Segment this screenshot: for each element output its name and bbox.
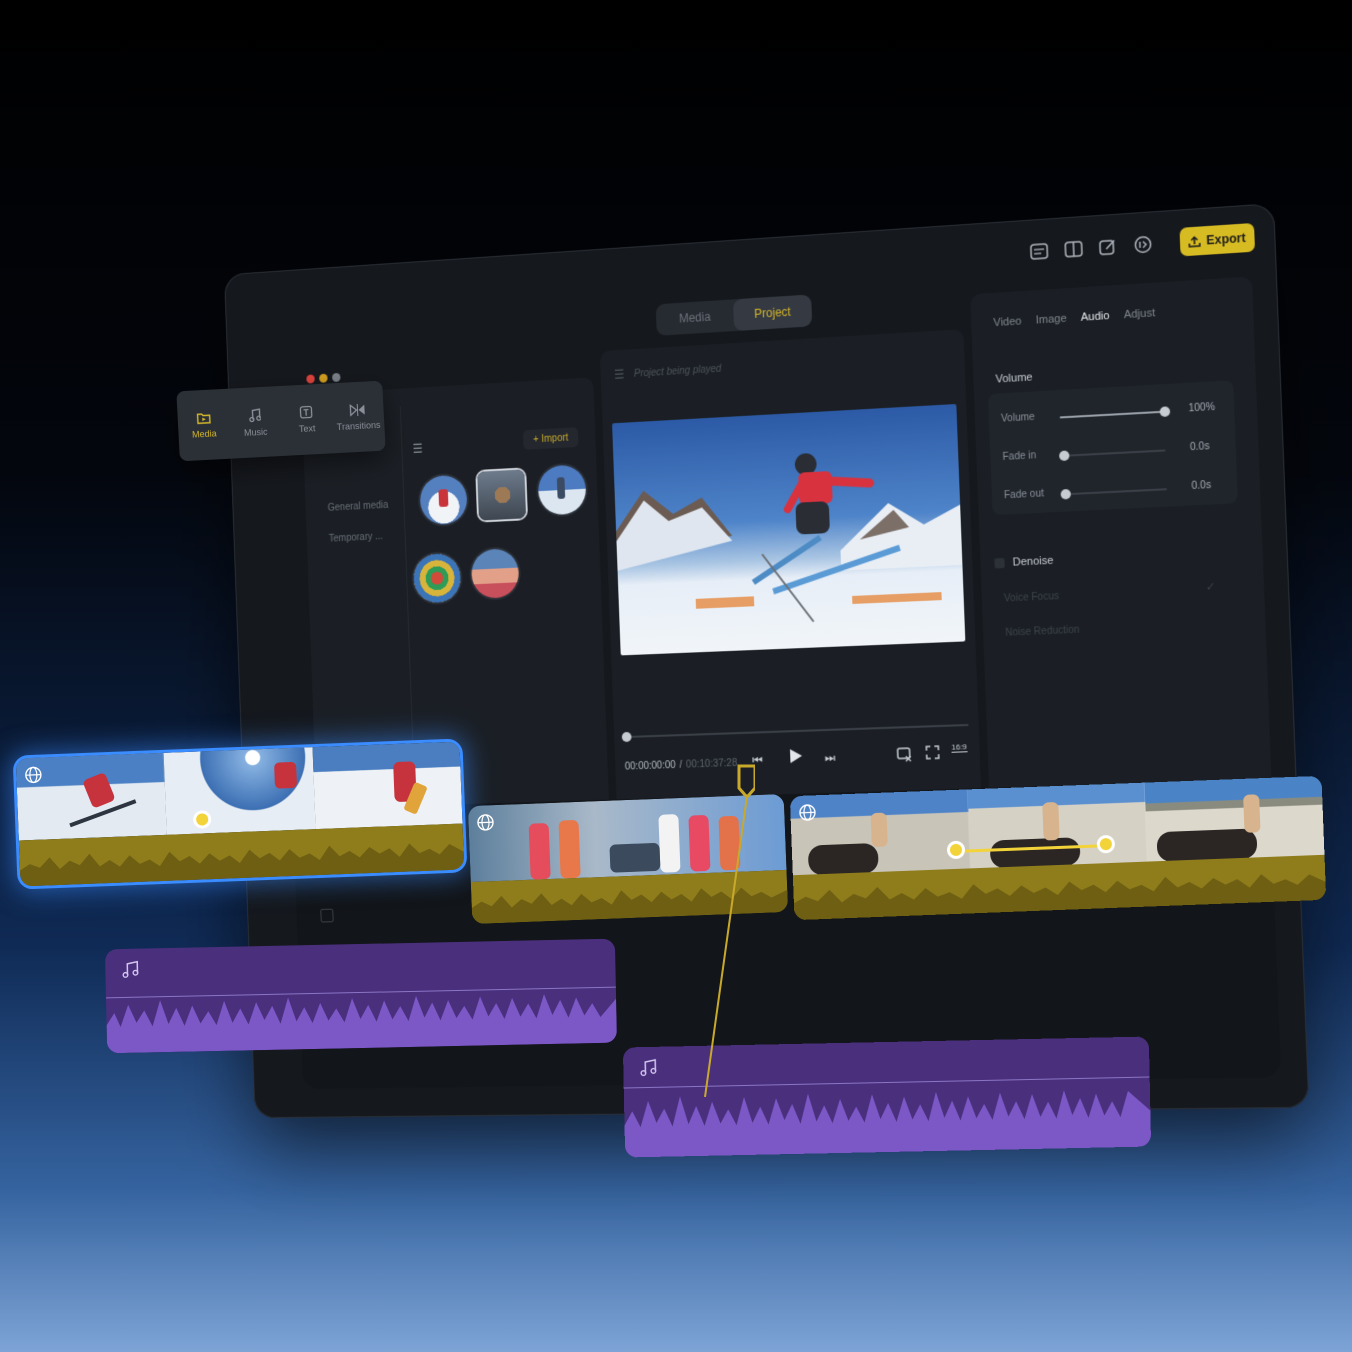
fade-out-label: Fade out	[1003, 488, 1045, 502]
fade-in-value: 0.0s	[1189, 440, 1210, 454]
list-view-icon[interactable]: ☰	[412, 442, 423, 456]
keyframe-marker[interactable]	[196, 813, 209, 826]
folder-icon	[196, 412, 211, 424]
clip-frame	[789, 789, 971, 876]
category-temporary[interactable]: Temporary ...	[329, 531, 383, 544]
clip-frame	[312, 741, 463, 830]
tab-project[interactable]: Project	[732, 294, 813, 332]
close-window-button[interactable]	[306, 374, 315, 384]
export-button[interactable]: Export	[1179, 222, 1256, 257]
left-tab-text-label: Text	[298, 423, 316, 435]
media-thumb-snowboard[interactable]	[537, 464, 587, 516]
tab-image[interactable]: Image	[1035, 313, 1066, 327]
tab-adjust[interactable]: Adjust	[1124, 307, 1156, 321]
view-tab-switch: Media Project	[655, 294, 813, 336]
play-icon[interactable]	[789, 748, 804, 769]
left-tab-text[interactable]: Text	[280, 404, 333, 435]
clip-frame	[967, 782, 1148, 869]
media-thumb-selected[interactable]	[477, 469, 527, 521]
volume-label: Volume	[1000, 411, 1035, 425]
skip-forward-icon[interactable]: ⏭	[824, 751, 835, 766]
music-note-icon	[639, 1058, 657, 1077]
import-label: Import	[541, 432, 569, 445]
volume-section-title: Volume	[995, 371, 1033, 386]
volume-slider-knob[interactable]	[1159, 406, 1171, 418]
denoise-option-voice-focus[interactable]: Voice Focus	[1004, 591, 1059, 605]
preview-header: ☰ Project being played	[614, 362, 722, 382]
media-thumb-colorful[interactable]	[412, 552, 462, 604]
volume-slider-fill	[1059, 410, 1164, 419]
audio-waveform	[106, 994, 618, 1054]
fade-in-label: Fade in	[1002, 450, 1037, 464]
export-label: Export	[1206, 230, 1246, 248]
globe-icon	[24, 766, 43, 785]
globe-icon	[476, 813, 495, 832]
category-general-media[interactable]: General media	[328, 500, 389, 514]
subtitle-icon[interactable]	[1029, 241, 1050, 263]
volume-settings: Volume 100% Fade in 0.0s Fade out 0.0s	[988, 380, 1238, 516]
fade-in-slider[interactable]	[1061, 449, 1166, 457]
toolbar	[1029, 234, 1154, 262]
left-tab-media[interactable]: Media	[177, 410, 230, 440]
text-icon	[299, 405, 313, 419]
preview-scene	[614, 452, 963, 655]
import-button[interactable]: + Import	[522, 427, 579, 450]
left-tab-transitions-label: Transitions	[336, 419, 381, 432]
music-icon	[249, 407, 262, 422]
denoise-row: Denoise	[994, 554, 1054, 570]
video-clip-beach[interactable]	[789, 775, 1327, 921]
speed-icon[interactable]	[1132, 234, 1153, 256]
plus-icon: +	[532, 433, 539, 445]
playhead[interactable]	[703, 762, 755, 1097]
layout-icon[interactable]	[1063, 238, 1084, 260]
tab-media[interactable]: Media	[656, 299, 735, 335]
upload-icon	[1189, 235, 1202, 248]
playback-progress[interactable]	[625, 723, 969, 739]
media-thumb-ski[interactable]	[419, 474, 468, 526]
left-tab-bar: Media Music Text Transitions	[176, 380, 386, 462]
denoise-label: Denoise	[1012, 554, 1054, 569]
text-track-icon[interactable]	[320, 908, 334, 923]
fade-out-slider[interactable]	[1062, 488, 1167, 496]
video-clip-ski-selected[interactable]	[15, 741, 465, 887]
media-thumb-friends[interactable]	[470, 548, 520, 599]
inspector-panel: Video Image Audio Adjust Volume Volume 1…	[970, 276, 1273, 805]
media-category-list: General media Temporary ...	[311, 406, 416, 797]
fullscreen-icon[interactable]	[925, 745, 940, 765]
time-separator: /	[679, 759, 683, 771]
tab-audio[interactable]: Audio	[1081, 310, 1110, 324]
tab-video[interactable]: Video	[993, 315, 1022, 329]
transitions-icon	[349, 403, 366, 416]
aspect-ratio-button[interactable]: 16:9	[951, 742, 968, 753]
left-tab-music-label: Music	[243, 426, 268, 438]
preview-title: Project being played	[633, 363, 722, 380]
music-note-icon	[121, 960, 139, 979]
inspector-tabs: Video Image Audio Adjust	[993, 307, 1155, 329]
left-tab-music[interactable]: Music	[229, 407, 282, 439]
left-tab-transitions[interactable]: Transitions	[332, 402, 385, 432]
minimize-window-button[interactable]	[319, 373, 328, 383]
globe-icon	[798, 803, 817, 822]
current-time: 00:00:00:00	[624, 760, 676, 773]
fade-in-slider-knob[interactable]	[1059, 450, 1070, 462]
fade-out-slider-knob[interactable]	[1060, 488, 1072, 500]
volume-value: 100%	[1188, 401, 1216, 415]
playback-progress-knob[interactable]	[621, 731, 632, 743]
fade-out-value: 0.0s	[1191, 479, 1212, 493]
video-preview[interactable]	[612, 404, 966, 656]
menu-icon[interactable]: ☰	[614, 367, 625, 381]
maximize-window-button[interactable]	[332, 372, 341, 383]
left-tab-media-label: Media	[191, 427, 217, 440]
denoise-checkbox[interactable]	[994, 557, 1005, 569]
preview-panel: ☰ Project being played 00:00:00:00 / 00:…	[599, 329, 982, 814]
crop-icon[interactable]	[895, 746, 912, 768]
edit-icon[interactable]	[1098, 236, 1119, 258]
check-icon: ✓	[1205, 581, 1216, 594]
audio-clip-1[interactable]	[104, 938, 618, 1054]
denoise-option-noise-reduction[interactable]: Noise Reduction	[1005, 625, 1080, 639]
clip-frame	[163, 747, 316, 835]
clip-frame	[1144, 775, 1325, 862]
